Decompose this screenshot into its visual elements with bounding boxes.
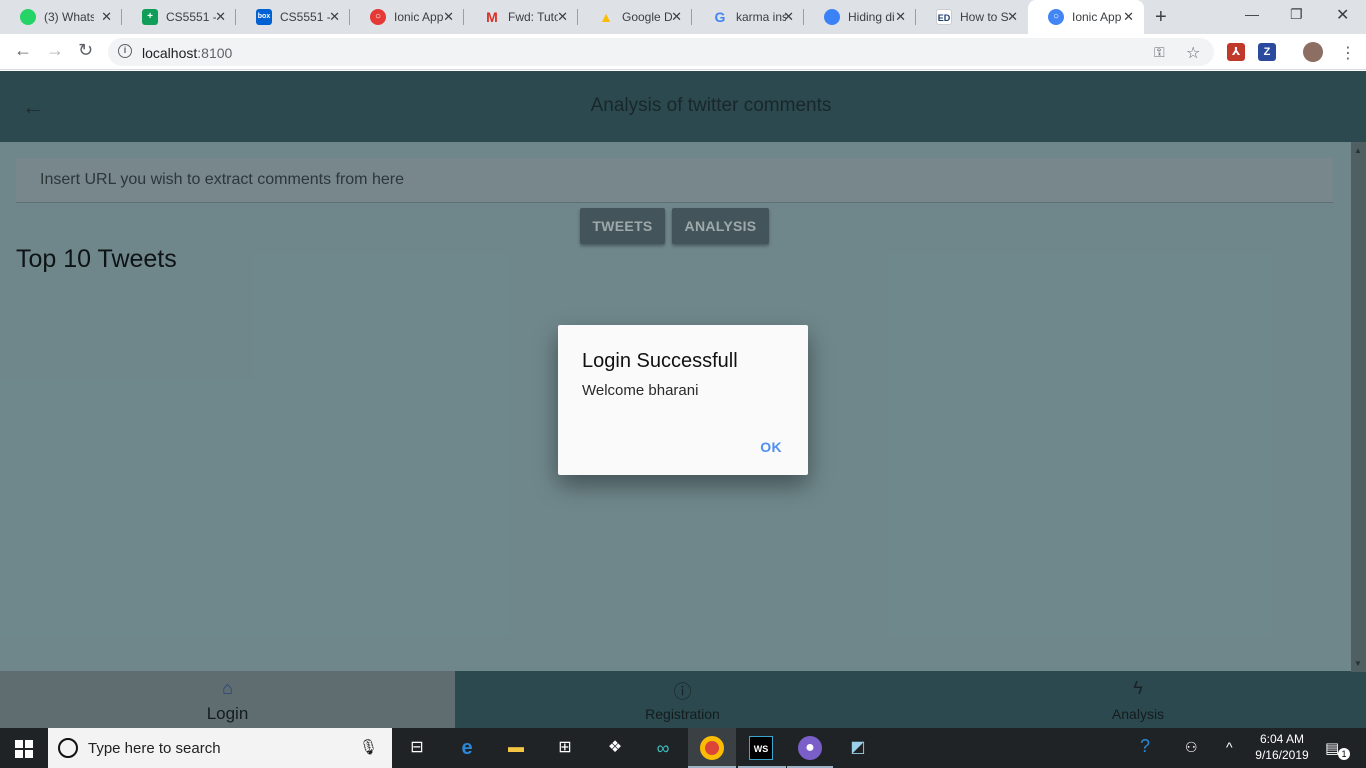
browser-tab-box[interactable]: box CS5551 - ✕	[236, 0, 350, 34]
browser-tab-label: How to S	[960, 10, 1009, 24]
browser-tab-ionic[interactable]: ○ Ionic App ✕	[350, 0, 464, 34]
close-icon[interactable]: ✕	[101, 9, 112, 25]
taskbar-search-placeholder: Type here to search	[88, 740, 221, 757]
login-alert-dialog: Login Successfull Welcome bharani OK	[558, 325, 808, 475]
site-info-icon[interactable]: i	[118, 44, 132, 58]
system-clock[interactable]: 6:04 AM 9/16/2019	[1246, 731, 1318, 763]
windows-taskbar: Type here to search 🎙 ⊟ e ▬ ⊞ ❖ ∞ WS ● ◩…	[0, 728, 1366, 768]
browser-tab-label: (3) Whats	[44, 10, 94, 24]
alert-ok-button[interactable]: OK	[760, 439, 782, 455]
address-bar[interactable]: i localhost:8100 ⚿ ☆	[108, 38, 1214, 66]
edge-icon[interactable]: e	[455, 736, 479, 760]
close-icon[interactable]: ✕	[329, 9, 340, 25]
back-icon[interactable]: ←	[14, 40, 32, 61]
menu-kebab-icon[interactable]: ⋮	[1340, 43, 1356, 63]
arduino-icon[interactable]: ∞	[651, 736, 675, 760]
browser-tab-drive[interactable]: ▲ Google D ✕	[578, 0, 692, 34]
angular-icon	[824, 9, 840, 25]
zotero-extension-icon[interactable]: Z	[1258, 43, 1276, 61]
browser-tab-strip: (3) Whats ✕ + CS5551 - ✕ box CS5551 - ✕ …	[0, 0, 1366, 34]
help-icon[interactable]: ?	[1140, 736, 1150, 757]
restore-icon[interactable]: ❐	[1290, 6, 1303, 23]
url-port: :8100	[197, 45, 233, 61]
store-icon[interactable]: ⊞	[553, 736, 577, 760]
ionic-icon: ○	[370, 9, 386, 25]
close-icon[interactable]: ✕	[215, 9, 226, 25]
gmail-icon: M	[486, 9, 498, 25]
window-close-icon[interactable]: ✕	[1336, 5, 1349, 25]
key-icon[interactable]: ⚿	[1154, 44, 1165, 61]
close-icon[interactable]: ✕	[1007, 9, 1018, 25]
close-icon[interactable]: ✕	[1123, 9, 1134, 25]
new-tab-icon[interactable]: +	[1155, 6, 1167, 29]
windows-start-icon[interactable]	[15, 740, 33, 758]
taskbar-search-box[interactable]: Type here to search 🎙	[48, 728, 392, 768]
browser-tab-whatsapp[interactable]: (3) Whats ✕	[0, 0, 122, 34]
url-host: localhost	[142, 45, 198, 61]
browser-tab-label: Fwd: Tuto	[508, 10, 558, 24]
browser-tab-label: Hiding di	[848, 10, 895, 24]
close-icon[interactable]: ✕	[895, 9, 906, 25]
minimize-icon[interactable]: —	[1245, 6, 1259, 22]
github-desktop-icon[interactable]: ●	[798, 736, 822, 760]
browser-tab-label: Google D	[622, 10, 672, 24]
clock-date: 9/16/2019	[1255, 748, 1309, 762]
microphone-icon[interactable]: 🎙	[359, 738, 378, 756]
avatar[interactable]	[1303, 42, 1323, 62]
cortana-icon	[58, 738, 78, 758]
browser-tab-label: CS5551 -	[166, 10, 216, 24]
close-icon[interactable]: ✕	[671, 9, 682, 25]
browser-tab-active-ionic[interactable]: ○ Ionic App ✕	[1028, 0, 1144, 34]
forward-icon[interactable]: →	[46, 40, 64, 61]
browser-tab-gmail[interactable]: M Fwd: Tuto ✕	[464, 0, 578, 34]
browser-tab-label: CS5551 -	[280, 10, 330, 24]
people-icon[interactable]: ⚇	[1185, 739, 1198, 756]
browser-tab-label: Ionic App	[1072, 10, 1122, 24]
chrome-icon[interactable]	[700, 736, 724, 760]
drive-icon: ▲	[599, 9, 613, 25]
browser-tab-label: Ionic App	[394, 10, 444, 24]
notification-badge: 1	[1338, 748, 1350, 760]
star-icon[interactable]: ☆	[1186, 43, 1200, 63]
address-url: localhost:8100	[142, 45, 232, 61]
reload-icon[interactable]: ↻	[78, 40, 93, 61]
chrome-tab-icon: ○	[1048, 9, 1064, 25]
chevron-up-icon[interactable]: ^	[1226, 739, 1233, 755]
browser-tab-google[interactable]: G karma ins ✕	[692, 0, 804, 34]
close-icon[interactable]: ✕	[443, 9, 454, 25]
dropbox-icon[interactable]: ❖	[603, 736, 627, 760]
box-icon: box	[256, 9, 272, 25]
webstorm-icon[interactable]: WS	[749, 736, 773, 760]
google-icon: G	[714, 9, 726, 25]
alert-message: Welcome bharani	[582, 382, 699, 399]
acrobat-extension-icon[interactable]: ⅄	[1227, 43, 1245, 61]
browser-tab-label: karma ins	[736, 10, 786, 24]
notes-icon[interactable]: ◩	[846, 736, 870, 760]
whatsapp-icon	[20, 9, 36, 25]
browser-tab-sheets[interactable]: + CS5551 - ✕	[122, 0, 236, 34]
close-icon[interactable]: ✕	[783, 9, 794, 25]
ed-icon: ED	[936, 9, 952, 25]
alert-title: Login Successfull	[582, 350, 738, 372]
sheets-icon: +	[142, 9, 158, 25]
close-icon[interactable]: ✕	[557, 9, 568, 25]
file-explorer-icon[interactable]: ▬	[504, 736, 528, 760]
task-view-icon[interactable]: ⊟	[405, 736, 429, 760]
clock-time: 6:04 AM	[1259, 732, 1305, 746]
browser-tab-hiding[interactable]: Hiding di ✕	[804, 0, 916, 34]
browser-toolbar: ← → ↻ i localhost:8100 ⚿ ☆	[0, 34, 1366, 70]
browser-tab-howto[interactable]: ED How to S ✕	[916, 0, 1028, 34]
